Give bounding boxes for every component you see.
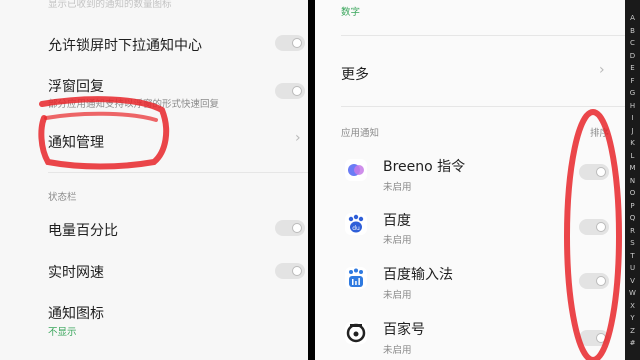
red-annotation-marks bbox=[38, 96, 622, 360]
